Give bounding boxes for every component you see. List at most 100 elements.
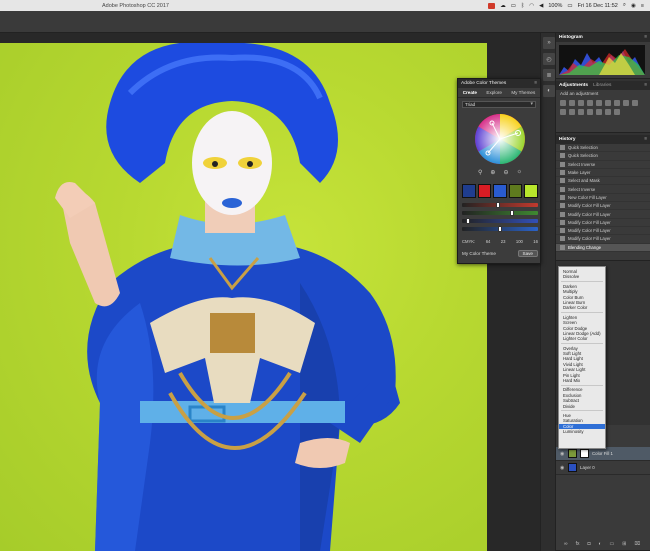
panel-menu-icon[interactable]: ≡ bbox=[644, 137, 647, 142]
adobe-cc-icon[interactable] bbox=[488, 2, 496, 9]
bluetooth-icon[interactable]: ᛒ bbox=[521, 3, 524, 9]
new-layer-icon[interactable]: ⊞ bbox=[622, 541, 626, 547]
color-rule-select[interactable]: Triad bbox=[462, 101, 536, 108]
adjustment-layer-icon[interactable]: ◐ bbox=[599, 541, 602, 547]
history-item[interactable]: Blending Change bbox=[556, 243, 650, 252]
tab-libraries[interactable]: Libraries bbox=[593, 83, 611, 88]
black-white-icon[interactable] bbox=[623, 100, 629, 106]
layer-row-color-fill[interactable]: ◉ Color Fill 1 bbox=[556, 447, 650, 461]
airplay-icon[interactable]: ▭ bbox=[511, 3, 516, 9]
selective-color-icon[interactable] bbox=[614, 109, 620, 115]
trash-icon[interactable]: ⌧ bbox=[634, 541, 640, 547]
blend-mode-item[interactable]: Darker Color bbox=[559, 305, 605, 310]
slider-handle[interactable] bbox=[466, 218, 471, 224]
add-color-icon[interactable]: ⊕ bbox=[490, 169, 495, 176]
remove-color-icon[interactable]: ⊖ bbox=[503, 169, 508, 176]
value-c[interactable]: 64 bbox=[486, 239, 491, 244]
history-item[interactable]: Modify Color Fill Layer bbox=[556, 210, 650, 219]
levels-icon[interactable] bbox=[569, 100, 575, 106]
color-swatch[interactable] bbox=[477, 184, 492, 198]
user-icon[interactable]: ◉ bbox=[631, 3, 636, 9]
brightness-icon[interactable]: ☼ bbox=[516, 169, 522, 176]
gradient-map-icon[interactable] bbox=[605, 109, 611, 115]
eye-icon[interactable]: ◉ bbox=[560, 451, 565, 457]
history-item[interactable]: Make Layer bbox=[556, 169, 650, 178]
threshold-icon[interactable] bbox=[596, 109, 602, 115]
photo-image[interactable] bbox=[0, 43, 487, 551]
volume-icon[interactable]: ◀ bbox=[539, 3, 543, 9]
curves-icon[interactable] bbox=[578, 100, 584, 106]
eye-icon[interactable]: ◉ bbox=[560, 465, 565, 471]
color-wheel[interactable] bbox=[474, 113, 526, 165]
blend-mode-item[interactable]: Luminosity bbox=[559, 429, 605, 434]
color-swatch[interactable] bbox=[524, 184, 538, 198]
color-swatch[interactable] bbox=[462, 184, 476, 198]
vibrance-icon[interactable] bbox=[596, 100, 602, 106]
panel-menu-icon[interactable]: ≡ bbox=[644, 35, 647, 40]
value-k[interactable]: 16 bbox=[533, 239, 538, 244]
blend-mode-item[interactable]: Divide bbox=[559, 404, 605, 409]
blend-mode-menu[interactable]: Normal Dissolve Darken Multiply Color Burn Li… bbox=[558, 266, 606, 449]
history-item[interactable]: Select and Mask bbox=[556, 177, 650, 186]
history-item[interactable]: Modify Color Fill Layer bbox=[556, 235, 650, 244]
tab-my-themes[interactable]: My Themes bbox=[511, 90, 535, 95]
tab-history[interactable]: History bbox=[559, 137, 576, 142]
panel-menu-icon[interactable]: ≡ bbox=[534, 81, 537, 86]
value-y[interactable]: 100 bbox=[516, 239, 523, 244]
spotlight-icon[interactable]: ⌕ bbox=[623, 2, 626, 9]
history-item[interactable]: Modify Color Fill Layer bbox=[556, 227, 650, 236]
tab-adjustments[interactable]: Adjustments bbox=[559, 83, 588, 88]
fx-icon[interactable]: fx bbox=[576, 541, 580, 547]
exposure-icon[interactable] bbox=[587, 100, 593, 106]
blend-mode-item[interactable]: Hard Mix bbox=[559, 378, 605, 383]
menubar-clock[interactable]: Fri 16 Dec 11:52 bbox=[578, 3, 618, 9]
panel-menu-icon[interactable]: ≡ bbox=[644, 83, 647, 88]
folder-icon[interactable]: ▭ bbox=[610, 541, 615, 547]
blend-mode-item[interactable]: Lighter Color bbox=[559, 336, 605, 341]
notification-center-icon[interactable]: ≡ bbox=[641, 3, 644, 9]
eyedropper-icon[interactable]: ⚲ bbox=[478, 169, 482, 176]
battery-percent[interactable]: 100% bbox=[548, 3, 562, 9]
slider-handle[interactable] bbox=[498, 226, 502, 232]
slider-handle[interactable] bbox=[495, 202, 500, 208]
history-item[interactable]: Select Inverse bbox=[556, 161, 650, 169]
color-balance-icon[interactable] bbox=[614, 100, 620, 106]
properties-icon[interactable]: ≣ bbox=[543, 69, 555, 81]
channel-mixer-icon[interactable] bbox=[560, 109, 566, 115]
color-swatch[interactable] bbox=[493, 184, 507, 198]
battery-icon[interactable]: ▭ bbox=[567, 3, 572, 9]
wifi-icon[interactable]: ◠ bbox=[529, 3, 534, 9]
history-item[interactable]: Select Inverse bbox=[556, 185, 650, 194]
history-item[interactable]: Quick Selection bbox=[556, 152, 650, 161]
history-icon[interactable]: ◴ bbox=[543, 53, 555, 65]
history-item[interactable]: Modify Color Fill Layer bbox=[556, 219, 650, 227]
cloud-icon[interactable]: ☁ bbox=[500, 3, 506, 9]
layer-row-layer-0[interactable]: ◉ Layer 0 bbox=[556, 461, 650, 475]
color-themes-icon[interactable]: ◐ bbox=[543, 85, 555, 97]
tab-histogram[interactable]: Histogram bbox=[559, 35, 583, 40]
link-icon[interactable]: ∞ bbox=[564, 541, 568, 547]
posterize-icon[interactable] bbox=[587, 109, 593, 115]
invert-icon[interactable] bbox=[578, 109, 584, 115]
tab-create[interactable]: Create bbox=[463, 90, 477, 95]
history-item[interactable]: Modify Color Fill Layer bbox=[556, 202, 650, 211]
value-m[interactable]: 23 bbox=[501, 239, 506, 244]
save-button[interactable]: Save bbox=[517, 250, 538, 257]
mask-icon[interactable]: ◘ bbox=[587, 541, 590, 547]
color-slider[interactable] bbox=[462, 210, 538, 216]
history-item[interactable]: Quick Selection bbox=[556, 144, 650, 153]
photo-filter-icon[interactable] bbox=[632, 100, 638, 106]
color-slider[interactable] bbox=[462, 218, 538, 224]
slider-handle[interactable] bbox=[510, 210, 515, 216]
color-swatch[interactable] bbox=[508, 184, 523, 198]
blend-mode-item[interactable]: Dissolve bbox=[559, 274, 605, 279]
theme-name[interactable]: My Color Theme bbox=[462, 251, 496, 256]
color-lookup-icon[interactable] bbox=[569, 109, 575, 115]
hue-saturation-icon[interactable] bbox=[605, 100, 611, 106]
history-item[interactable]: New Color Fill Layer bbox=[556, 194, 650, 203]
collapse-panels-icon[interactable]: » bbox=[543, 37, 555, 49]
tab-explore[interactable]: Explore bbox=[486, 90, 502, 95]
color-slider[interactable] bbox=[462, 202, 538, 208]
brightness-icon[interactable] bbox=[560, 100, 566, 106]
color-slider[interactable] bbox=[462, 226, 538, 232]
